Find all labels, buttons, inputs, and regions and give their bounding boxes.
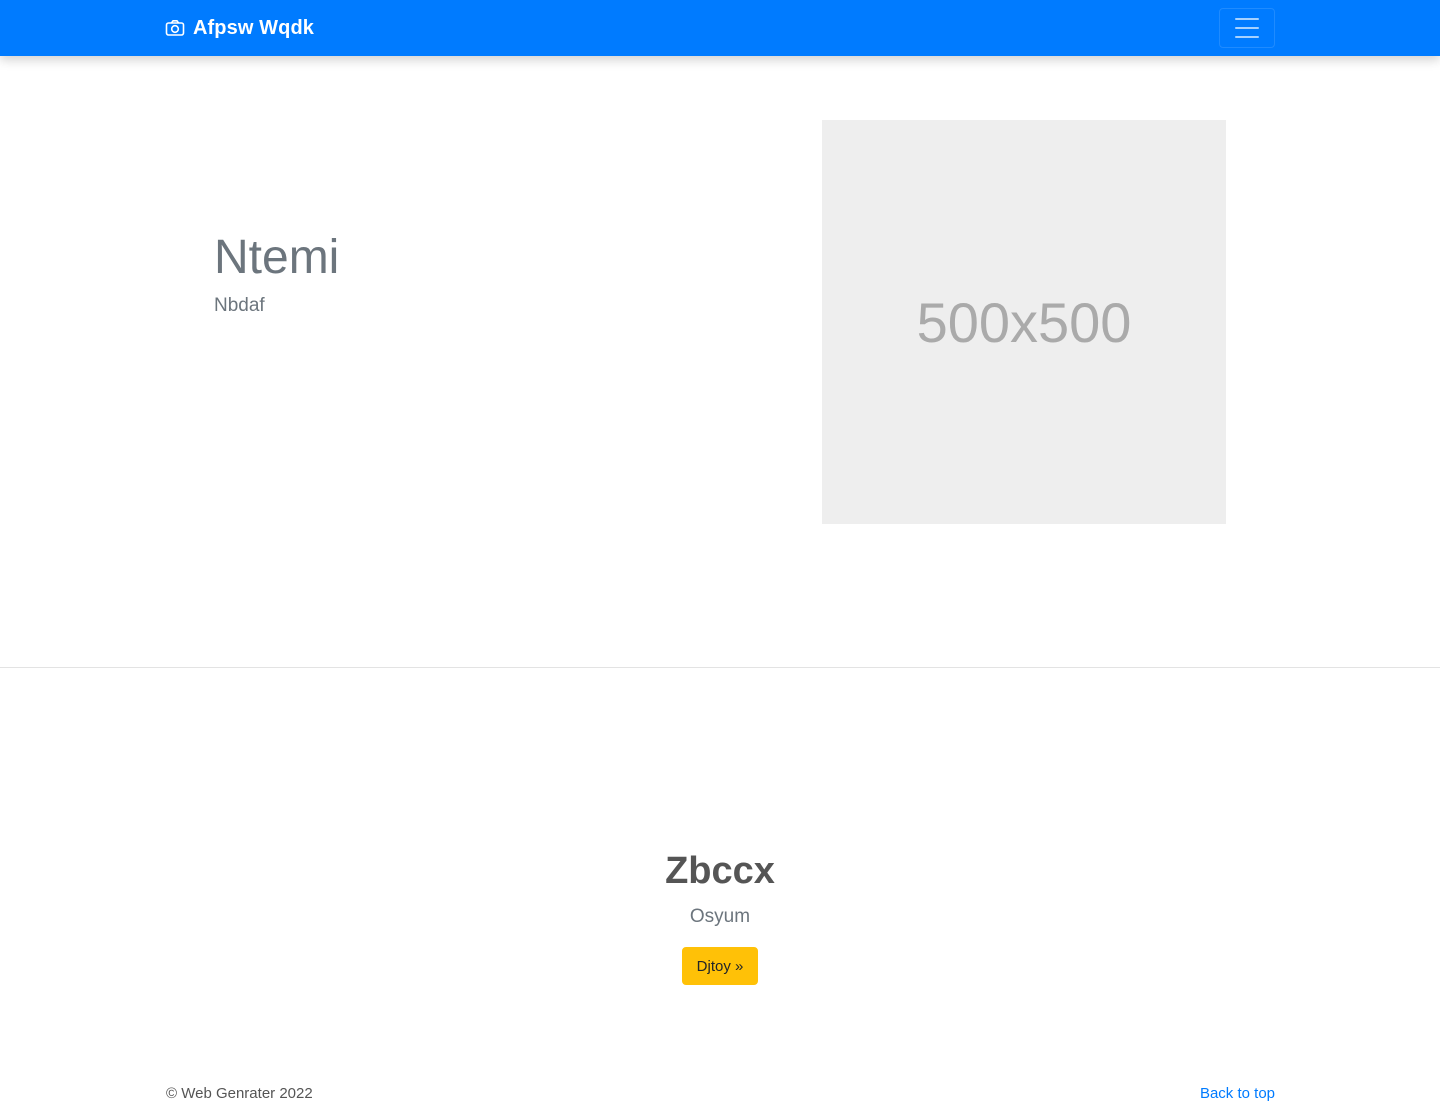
footer-copyright: © Web Genrater 2022 bbox=[166, 1085, 313, 1102]
camera-icon bbox=[165, 20, 185, 36]
back-to-top-link[interactable]: Back to top bbox=[1200, 1083, 1275, 1105]
hero-subtitle: Nbdaf bbox=[214, 295, 265, 316]
placeholder-label: 500x500 bbox=[916, 290, 1132, 354]
navbar-toggler-button[interactable] bbox=[1219, 8, 1275, 48]
section-divider bbox=[0, 667, 1440, 668]
hamburger-menu-icon-line bbox=[1235, 36, 1259, 38]
cta-title: Zbccx bbox=[665, 850, 775, 892]
brand-name: Afpsw Wqdk bbox=[193, 16, 314, 39]
hamburger-menu-icon bbox=[1235, 18, 1259, 20]
hamburger-menu-icon-line bbox=[1235, 27, 1259, 29]
cta-subtitle: Osyum bbox=[689, 906, 751, 927]
navbar: Afpsw Wqdk bbox=[0, 0, 1440, 56]
cta-button[interactable]: Djtoy » bbox=[682, 947, 758, 985]
hero-image-placeholder: 500x500 bbox=[822, 120, 1226, 524]
brand-link[interactable]: Afpsw Wqdk bbox=[165, 14, 314, 42]
hero-title: Ntemi bbox=[214, 231, 340, 284]
